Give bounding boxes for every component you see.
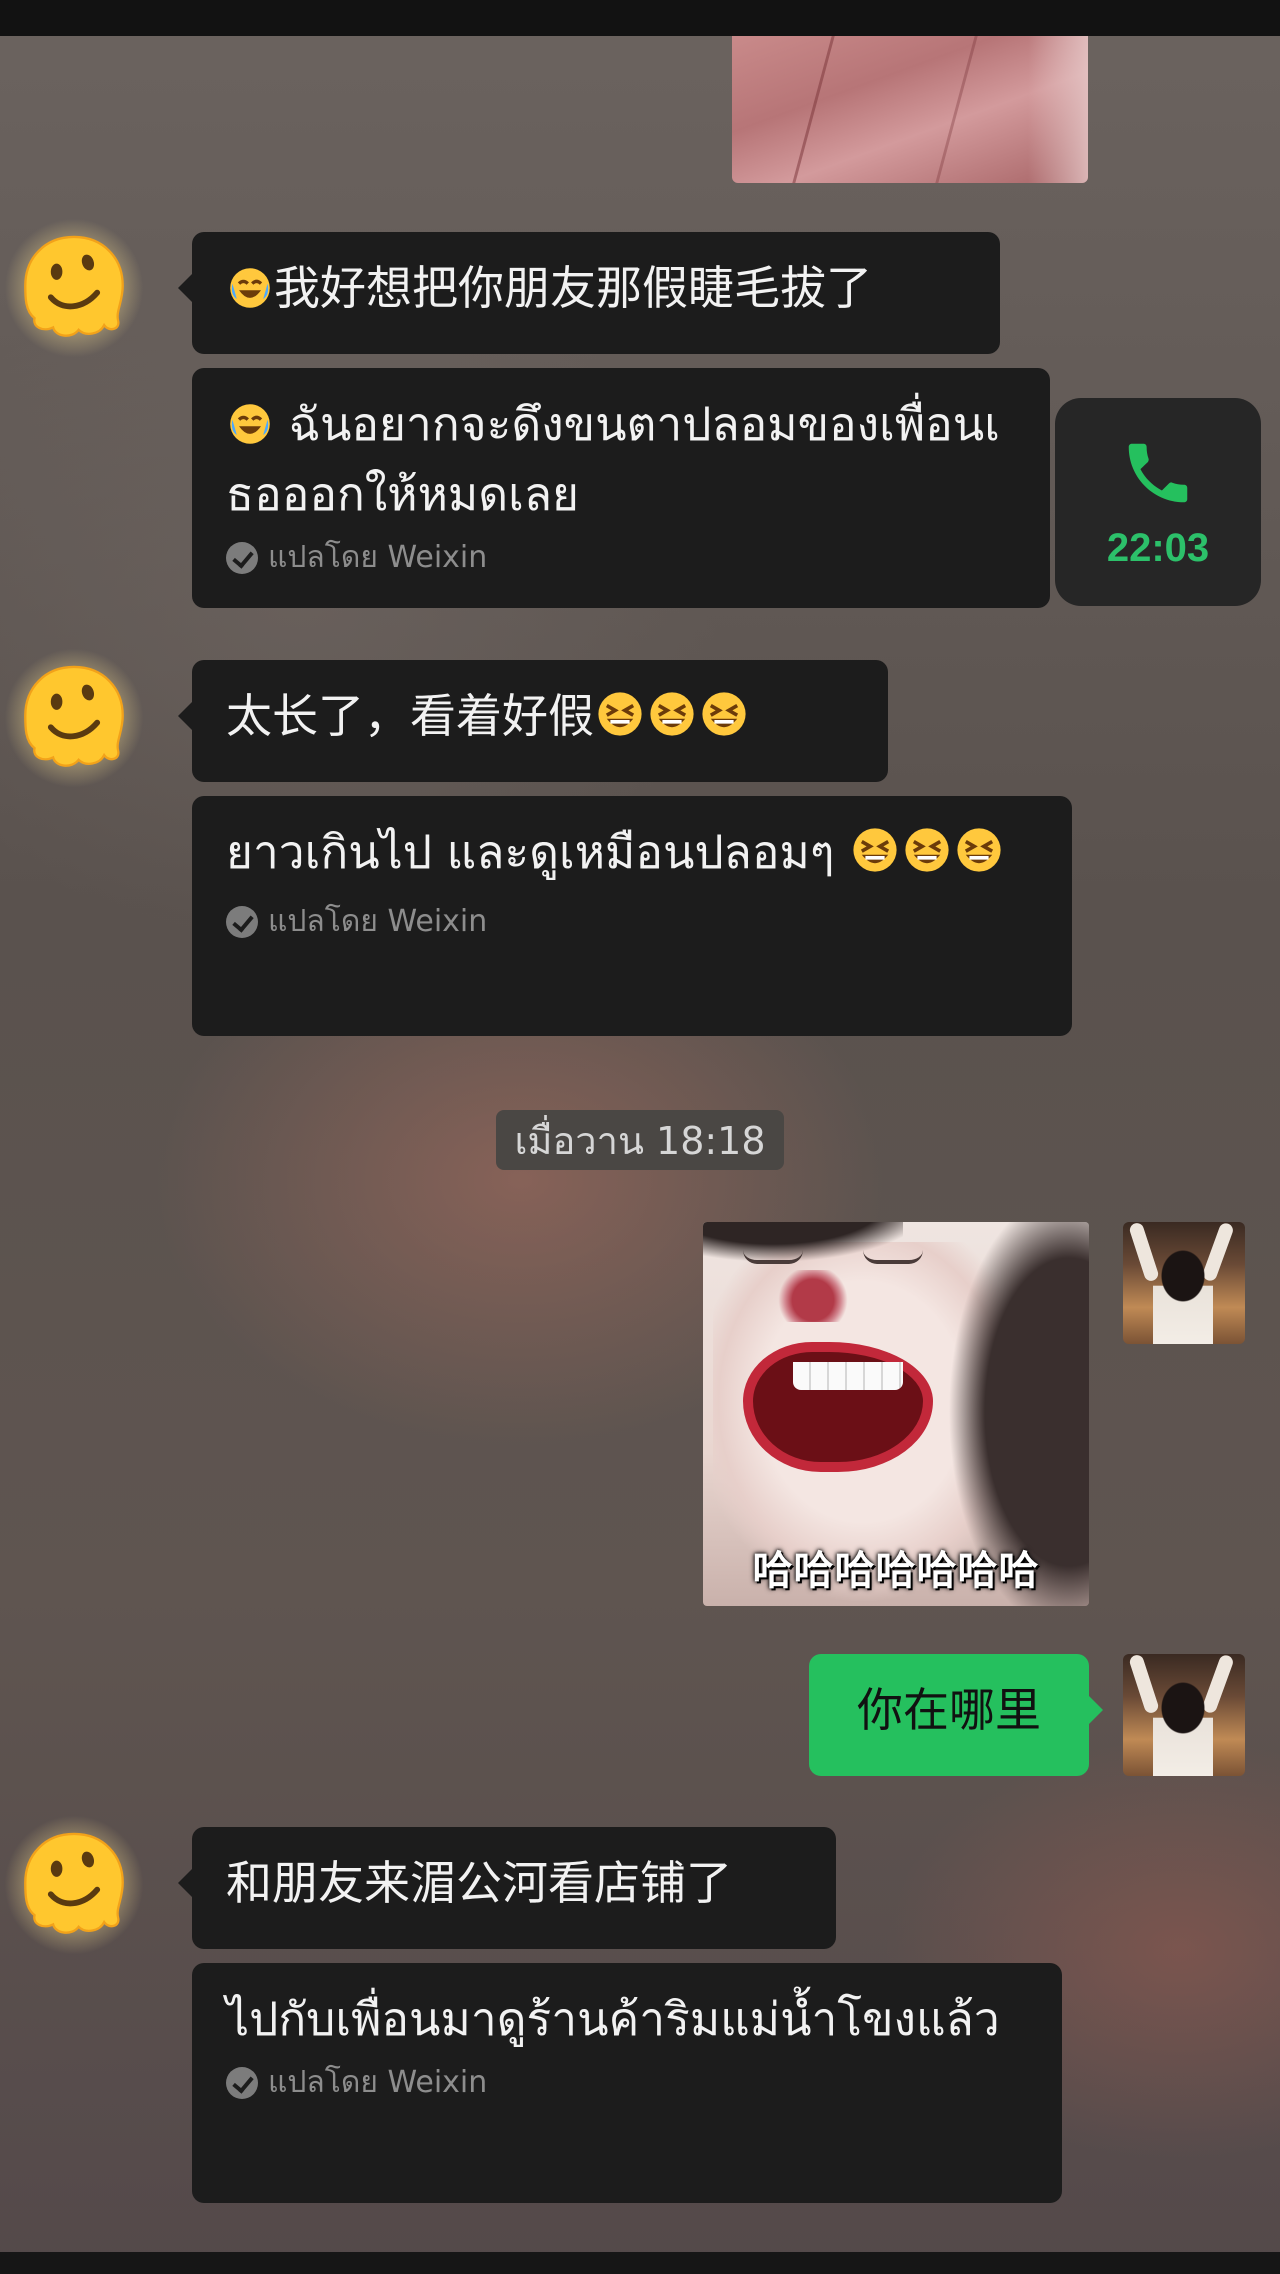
face-with-tears-of-joy-icon <box>228 398 272 462</box>
translated-by-label: แปลโดย Weixin <box>226 902 1038 942</box>
translated-by-text: แปลโดย Weixin <box>268 540 488 575</box>
grinning-squinting-face-icon <box>648 690 696 754</box>
phone-icon <box>1128 443 1188 502</box>
sticker-teeth <box>793 1362 903 1390</box>
check-circle-icon <box>226 2067 258 2099</box>
my-message-bubble[interactable]: 你在哪里 <box>809 1654 1103 1776</box>
shared-image[interactable] <box>732 36 1088 183</box>
friend-avatar[interactable] <box>4 1815 144 1955</box>
message-text-row: ฉันอยากจะดึงขนตาปลอมของเพื่อนเธอออกให้หม… <box>226 392 1016 526</box>
sticker-mouth <box>743 1342 933 1472</box>
translated-by-text: แปลโดย Weixin <box>268 904 488 939</box>
grinning-squinting-face-icon <box>700 690 748 754</box>
my-message-text: 你在哪里 <box>857 1683 1041 1737</box>
fabric-fold <box>792 36 978 183</box>
message-translation-text: ไปกับเพื่อนมาดูร้านค้าริมแม่น้ำโขงแล้ว <box>226 1992 1000 2046</box>
message-bubble-translation[interactable]: ยาวเกินไป และดูเหมือนปลอมๆ แปลโดย Weixin <box>192 796 1072 1036</box>
message-bubble-original[interactable]: 我好想把你朋友那假睫毛拔了 <box>178 232 1000 354</box>
translated-by-label: แปลโดย Weixin <box>226 538 1016 578</box>
avatar-person <box>1153 1246 1213 1344</box>
bottom-bar <box>0 2252 1280 2274</box>
top-bar <box>0 0 1280 36</box>
laughing-sticker[interactable]: 哈哈哈哈哈哈哈 <box>703 1222 1089 1606</box>
face-with-tears-of-joy-icon <box>228 262 272 326</box>
message-bubble-translation[interactable]: ไปกับเพื่อนมาดูร้านค้าริมแม่น้ำโขงแล้ว แ… <box>192 1963 1062 2203</box>
grinning-squinting-face-icon <box>903 826 951 890</box>
message-bubble-original[interactable]: 太长了，看着好假 <box>178 660 888 782</box>
voice-call-record[interactable]: 22:03 <box>1055 398 1261 606</box>
message-text-row: ยาวเกินไป และดูเหมือนปลอมๆ <box>226 820 1038 890</box>
message-text-row: 太长了，看着好假 <box>226 684 854 754</box>
check-circle-icon <box>226 542 258 574</box>
message-original-text: 太长了，看着好假 <box>226 689 594 743</box>
message-translation-text: ยาวเกินไป และดูเหมือนปลอมๆ <box>226 825 850 879</box>
grinning-squinting-face-icon <box>851 826 899 890</box>
avatar-person <box>1153 1678 1213 1776</box>
melting-face-icon <box>24 235 124 337</box>
my-avatar[interactable] <box>1123 1654 1245 1776</box>
melting-face-icon <box>24 1832 124 1934</box>
chat-timestamp: เมื่อวาน 18:18 <box>496 1110 784 1170</box>
my-avatar[interactable] <box>1123 1222 1245 1344</box>
message-translation-text: ฉันอยากจะดึงขนตาปลอมของเพื่อนเธอออกให้หม… <box>226 397 1000 521</box>
grinning-squinting-face-icon <box>955 826 1003 890</box>
friend-avatar[interactable] <box>4 218 144 358</box>
melting-face-icon <box>24 665 124 767</box>
message-bubble-original[interactable]: 和朋友来湄公河看店铺了 <box>178 1827 836 1949</box>
message-text-row: 我好想把你朋友那假睫毛拔了 <box>226 256 966 326</box>
message-original-text: 我好想把你朋友那假睫毛拔了 <box>274 261 872 315</box>
message-original-text: 和朋友来湄公河看店铺了 <box>226 1856 732 1910</box>
sticker-hair <box>703 1222 903 1282</box>
message-bubble-translation[interactable]: ฉันอยากจะดึงขนตาปลอมของเพื่อนเธอออกให้หม… <box>192 368 1050 608</box>
translated-by-label: แปลโดย Weixin <box>226 2063 1028 2103</box>
call-time: 22:03 <box>1106 525 1210 570</box>
check-circle-icon <box>226 906 258 938</box>
translated-by-text: แปลโดย Weixin <box>268 2065 488 2100</box>
sticker-caption: 哈哈哈哈哈哈哈 <box>752 1548 1040 1594</box>
friend-avatar[interactable] <box>4 648 144 788</box>
grinning-squinting-face-icon <box>596 690 644 754</box>
